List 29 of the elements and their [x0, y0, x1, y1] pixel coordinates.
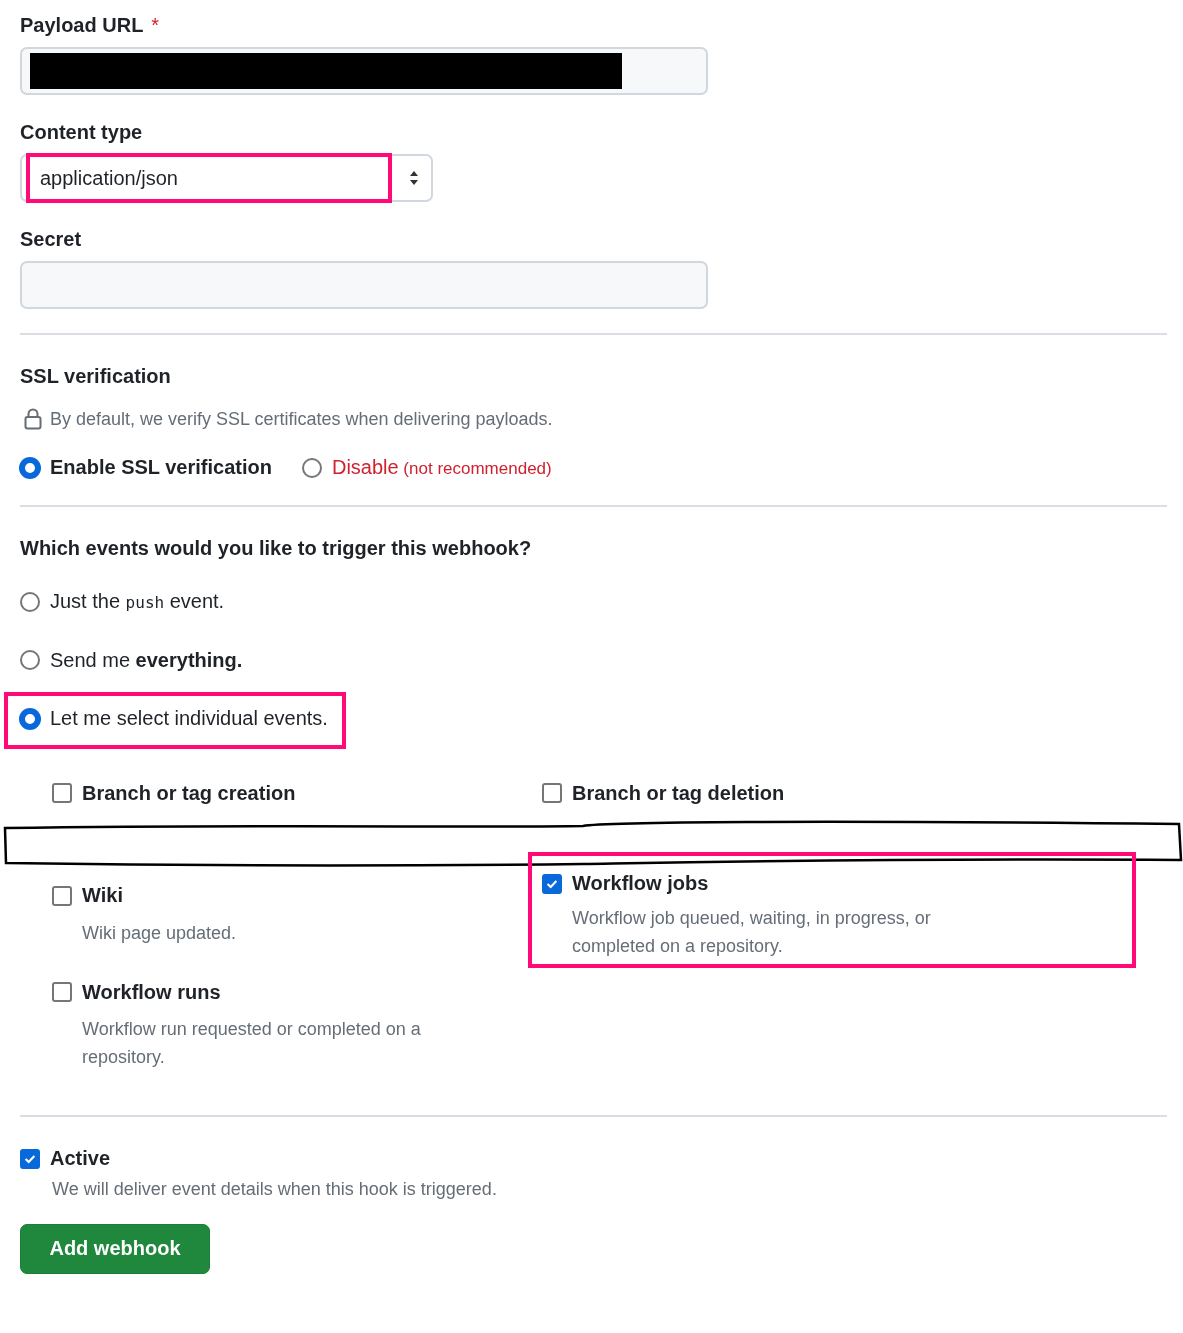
radio-option[interactable]: Send me everything.	[20, 648, 243, 672]
content-type-select[interactable]: application/json	[20, 154, 433, 202]
payload-url-field[interactable]	[20, 47, 708, 95]
active-description: We will deliver event details when this hook is triggered.	[52, 1178, 498, 1200]
section-title: Which events would you like to trigger this webhook?	[20, 537, 533, 560]
add-webhook-button[interactable]: Add webhook	[20, 1223, 210, 1274]
radio-option[interactable]: Just the push event.	[20, 590, 225, 613]
radio-option[interactable]: Let me select individual events.	[20, 707, 328, 730]
field-label: Secret	[20, 228, 82, 251]
required-mark: *	[151, 14, 160, 37]
checkbox-option[interactable]: Workflow jobs	[542, 872, 709, 895]
event-description: Wiki page updated.	[82, 921, 238, 945]
event-description: Workflow run requested or completed on a repository.	[82, 1018, 422, 1069]
field-label: Payload URL	[20, 14, 144, 37]
section-title: SSL verification	[20, 365, 172, 388]
sort-caret-icon	[409, 170, 419, 186]
checkbox-option[interactable]: Branch or tag deletion	[542, 781, 785, 805]
checkbox-option[interactable]: Wiki	[52, 884, 123, 907]
checkbox-option[interactable]: Workflow runs	[52, 980, 221, 1004]
radio-option[interactable]: Enable SSL verification	[20, 456, 272, 479]
checkbox-option[interactable]: Branch or tag creation	[52, 781, 296, 805]
checkbox-option[interactable]: Active	[20, 1147, 111, 1170]
radio-option[interactable]: Disable (not recommended)	[301, 456, 552, 479]
select-value: application/json	[40, 166, 178, 190]
secret-field[interactable]	[20, 261, 708, 309]
ssl-note: By default, we verify SSL certificates when delivering payloads.	[50, 408, 553, 430]
lock-icon	[24, 408, 42, 430]
event-description: Workflow job queued, waiting, in progress, or completed on a repository.	[572, 906, 932, 958]
field-label: Content type	[20, 121, 143, 144]
